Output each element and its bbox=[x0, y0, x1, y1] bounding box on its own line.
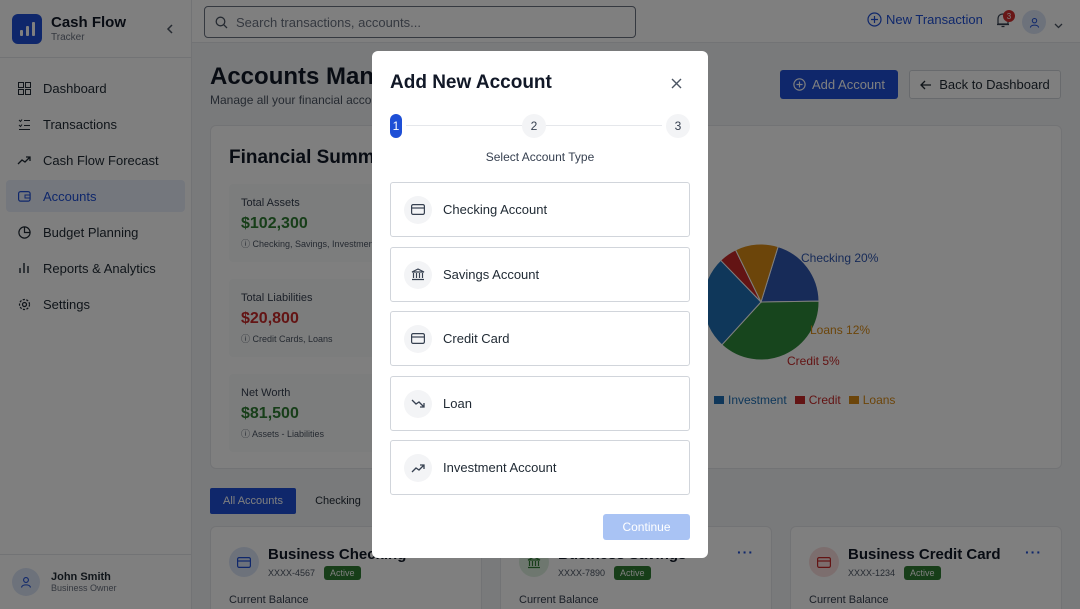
close-icon[interactable] bbox=[668, 75, 684, 91]
step-2: 2 bbox=[522, 114, 546, 138]
option-credit-card[interactable]: Credit Card bbox=[390, 311, 690, 366]
option-label: Credit Card bbox=[443, 331, 510, 346]
continue-button[interactable]: Continue bbox=[603, 514, 690, 540]
card-icon bbox=[404, 195, 432, 224]
option-label: Checking Account bbox=[443, 202, 548, 217]
trending-up-icon bbox=[404, 453, 432, 482]
option-checking-account[interactable]: Checking Account bbox=[390, 182, 690, 237]
bank-icon bbox=[404, 260, 432, 289]
modal-title: Add New Account bbox=[390, 72, 552, 93]
option-savings-account[interactable]: Savings Account bbox=[390, 247, 690, 302]
stepper: 1 2 3 bbox=[390, 114, 690, 138]
option-investment-account[interactable]: Investment Account bbox=[390, 440, 690, 495]
step-3: 3 bbox=[666, 114, 690, 138]
step-connector bbox=[406, 125, 522, 126]
option-loan[interactable]: Loan bbox=[390, 376, 690, 431]
card-icon bbox=[404, 324, 432, 353]
step-connector bbox=[544, 125, 662, 126]
add-account-modal: Add New Account 1 2 3 Select Account Typ… bbox=[372, 51, 708, 558]
trending-down-icon bbox=[404, 389, 432, 418]
step-1: 1 bbox=[390, 114, 402, 138]
option-label: Savings Account bbox=[443, 267, 540, 282]
step-caption: Select Account Type bbox=[485, 150, 595, 164]
option-label: Investment Account bbox=[443, 460, 557, 475]
option-label: Loan bbox=[443, 396, 472, 411]
